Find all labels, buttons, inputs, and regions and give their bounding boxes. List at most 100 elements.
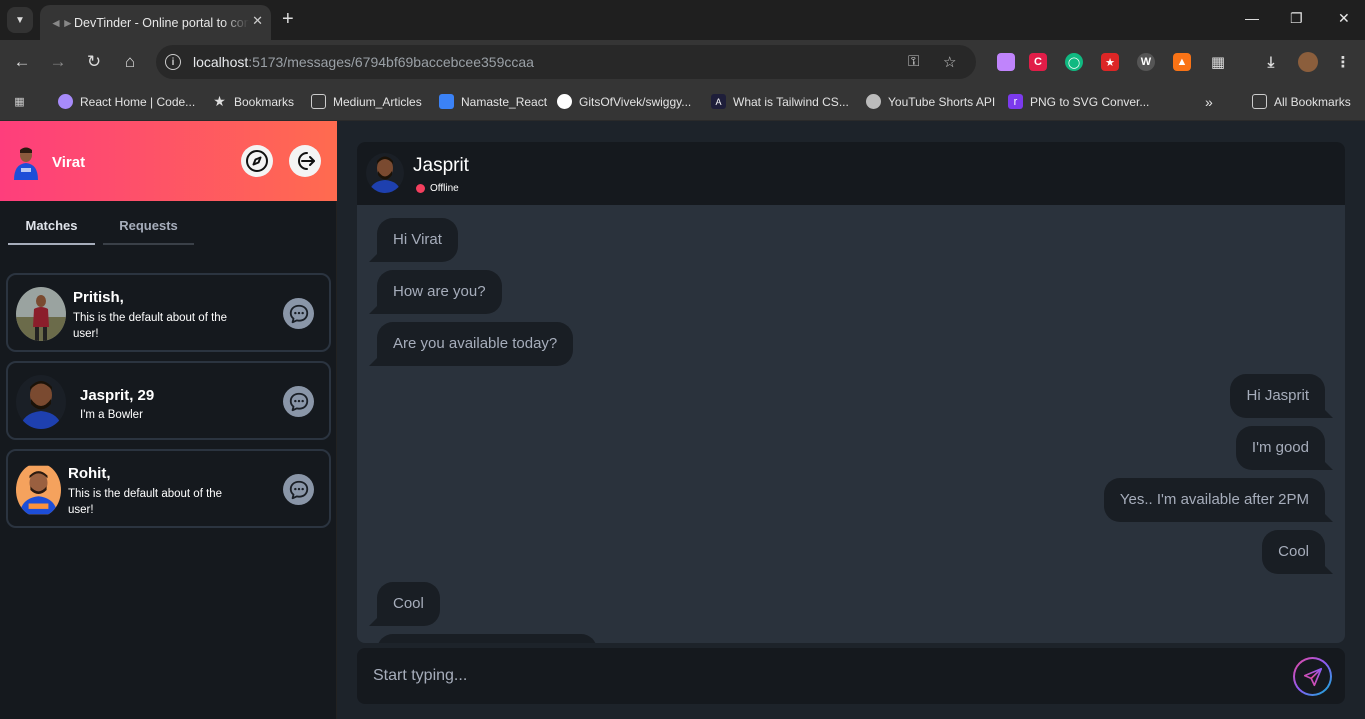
chat-bubble-icon bbox=[289, 480, 308, 499]
github-icon bbox=[557, 94, 572, 109]
back-arrow-icon[interactable]: ← bbox=[12, 52, 32, 72]
bookmark-github-swiggy[interactable]: GitsOfVivek/swiggy... bbox=[557, 94, 691, 109]
close-window-icon[interactable]: ✕ bbox=[1338, 10, 1350, 27]
tab-matches[interactable]: Matches bbox=[8, 218, 95, 245]
bookmark-youtube-shorts[interactable]: YouTube Shorts API bbox=[866, 94, 995, 109]
address-bar[interactable]: i localhost:5173/messages/6794bf69bacceb… bbox=[156, 45, 976, 79]
tab-search-button[interactable]: ▼ bbox=[7, 7, 33, 33]
reload-icon[interactable]: ↻ bbox=[84, 52, 104, 72]
bookmarks-bar: ▦ React Home | Code... ★ Bookmarks Medium… bbox=[0, 85, 1365, 121]
logout-icon bbox=[298, 152, 315, 170]
match-about: This is the default about of the user! bbox=[73, 312, 228, 340]
match-card[interactable]: Jasprit, 29 I'm a Bowler bbox=[6, 361, 331, 440]
contact-avatar[interactable] bbox=[366, 153, 404, 193]
png-svg-favicon-icon: r bbox=[1008, 94, 1023, 109]
match-name: Jasprit, 29 bbox=[80, 387, 155, 404]
bookmark-png-to-svg[interactable]: r PNG to SVG Conver... bbox=[1008, 94, 1149, 109]
match-card[interactable]: Rohit, This is the default about of the … bbox=[6, 449, 331, 528]
tailwind-favicon-icon: A bbox=[711, 94, 726, 109]
extension-icon[interactable] bbox=[997, 53, 1015, 71]
explore-button[interactable] bbox=[241, 145, 273, 177]
extension-w-icon[interactable]: W bbox=[1137, 53, 1155, 71]
chat-bubble-icon bbox=[289, 392, 308, 411]
match-about: I'm a Bowler bbox=[80, 409, 143, 421]
bookmark-react-home[interactable]: React Home | Code... bbox=[58, 94, 195, 109]
open-chat-button[interactable] bbox=[283, 474, 314, 505]
devtinder-app: Virat Matches Requests Pritish, This is … bbox=[0, 121, 1365, 719]
message-bubble-outgoing: Cool bbox=[1262, 530, 1333, 574]
open-chat-button[interactable] bbox=[283, 298, 314, 329]
close-tab-icon[interactable]: ✕ bbox=[252, 13, 263, 29]
browser-tab-strip: ▼ ◄► DevTinder - Online portal to connec… bbox=[0, 0, 1365, 40]
offline-dot-icon bbox=[416, 184, 425, 193]
url-text[interactable]: localhost:5173/messages/6794bf69baccebce… bbox=[193, 54, 534, 70]
extension-game-icon[interactable]: ★ bbox=[1101, 53, 1119, 71]
minimize-icon[interactable]: — bbox=[1245, 10, 1259, 26]
message-bubble-outgoing: Hi Jasprit bbox=[1230, 374, 1333, 418]
extension-c-icon[interactable]: C bbox=[1029, 53, 1047, 71]
bookmark-namaste-react[interactable]: Namaste_React bbox=[439, 94, 547, 109]
sidebar-header: Virat bbox=[0, 121, 337, 201]
metamask-fox-icon[interactable]: ▲ bbox=[1173, 53, 1191, 71]
open-chat-button[interactable] bbox=[283, 386, 314, 417]
contact-name: Jasprit bbox=[413, 155, 469, 176]
message-bubble-outgoing: I'm good bbox=[1235, 426, 1334, 470]
new-tab-button[interactable]: + bbox=[282, 8, 294, 30]
chat-panel[interactable]: Jasprit Offline Hi Virat How are you? Ar… bbox=[357, 142, 1345, 643]
match-card[interactable]: Pritish, This is the default about of th… bbox=[6, 273, 331, 352]
contact-status: Offline bbox=[416, 183, 459, 194]
message-bubble-incoming: Are you available today? bbox=[368, 322, 574, 366]
logout-button[interactable] bbox=[289, 145, 321, 177]
chat-bubble-icon bbox=[289, 304, 308, 323]
more-bookmarks-chevron-icon[interactable]: » bbox=[1205, 94, 1213, 110]
bookmark-bookmarks[interactable]: ★ Bookmarks bbox=[212, 93, 294, 109]
match-avatar bbox=[16, 287, 66, 341]
message-bubble-partial bbox=[377, 634, 597, 643]
password-key-icon[interactable]: ⚿ bbox=[908, 53, 919, 70]
message-bubble-outgoing: Yes.. I'm available after 2PM bbox=[1103, 478, 1334, 522]
message-input[interactable] bbox=[357, 648, 1277, 704]
browser-toolbar: ← → ↻ ⌂ i localhost:5173/messages/6794bf… bbox=[0, 40, 1365, 85]
send-button[interactable] bbox=[1293, 657, 1332, 696]
namaste-favicon-icon bbox=[439, 94, 454, 109]
all-bookmarks[interactable]: All Bookmarks bbox=[1252, 94, 1351, 109]
forward-arrow-icon[interactable]: → bbox=[48, 52, 68, 72]
message-composer bbox=[357, 648, 1345, 704]
react-favicon-icon bbox=[58, 94, 73, 109]
user-name: Virat bbox=[52, 154, 86, 171]
restore-icon[interactable]: ❐ bbox=[1290, 10, 1303, 27]
tab-requests[interactable]: Requests bbox=[103, 218, 194, 245]
profile-avatar[interactable] bbox=[1298, 52, 1318, 72]
folder-icon bbox=[1252, 94, 1267, 109]
message-bubble-incoming: How are you? bbox=[369, 270, 502, 314]
user-avatar[interactable] bbox=[12, 146, 40, 180]
extensions-puzzle-icon[interactable]: ▦ bbox=[1209, 53, 1227, 71]
browser-tab-active[interactable]: ◄► DevTinder - Online portal to connect … bbox=[40, 5, 271, 40]
match-avatar bbox=[16, 375, 66, 429]
devtinder-favicon-icon: ◄► bbox=[50, 15, 74, 30]
match-name: Pritish, bbox=[73, 289, 124, 306]
bookmark-star-icon[interactable]: ☆ bbox=[943, 53, 956, 71]
match-about: This is the default about of the user! bbox=[68, 488, 223, 516]
send-paper-plane-icon bbox=[1303, 667, 1322, 686]
match-avatar bbox=[16, 465, 61, 515]
bookmark-medium-articles[interactable]: Medium_Articles bbox=[311, 94, 422, 109]
message-bubble-incoming: Cool bbox=[369, 582, 440, 626]
site-info-icon[interactable]: i bbox=[165, 54, 181, 70]
match-name: Rohit, bbox=[68, 465, 111, 482]
apps-grid-icon[interactable]: ▦ bbox=[12, 94, 34, 109]
folder-icon bbox=[311, 94, 326, 109]
message-bubble-incoming: Hi Virat bbox=[369, 218, 458, 262]
download-icon[interactable]: ⤓ bbox=[1262, 53, 1280, 71]
compass-icon bbox=[246, 150, 268, 172]
star-icon: ★ bbox=[213, 93, 226, 109]
home-icon[interactable]: ⌂ bbox=[120, 52, 140, 72]
chevron-down-icon: ▼ bbox=[15, 14, 25, 26]
sidebar: Virat Matches Requests Pritish, This is … bbox=[0, 121, 337, 719]
tab-title: DevTinder - Online portal to connect dev… bbox=[74, 15, 249, 30]
extension-ring-icon[interactable]: ◯ bbox=[1065, 53, 1083, 71]
globe-icon bbox=[866, 94, 881, 109]
kebab-menu-icon[interactable]: ⋮ bbox=[1334, 53, 1352, 71]
chat-header: Jasprit Offline bbox=[357, 142, 1345, 205]
bookmark-tailwind[interactable]: A What is Tailwind CS... bbox=[711, 94, 849, 109]
